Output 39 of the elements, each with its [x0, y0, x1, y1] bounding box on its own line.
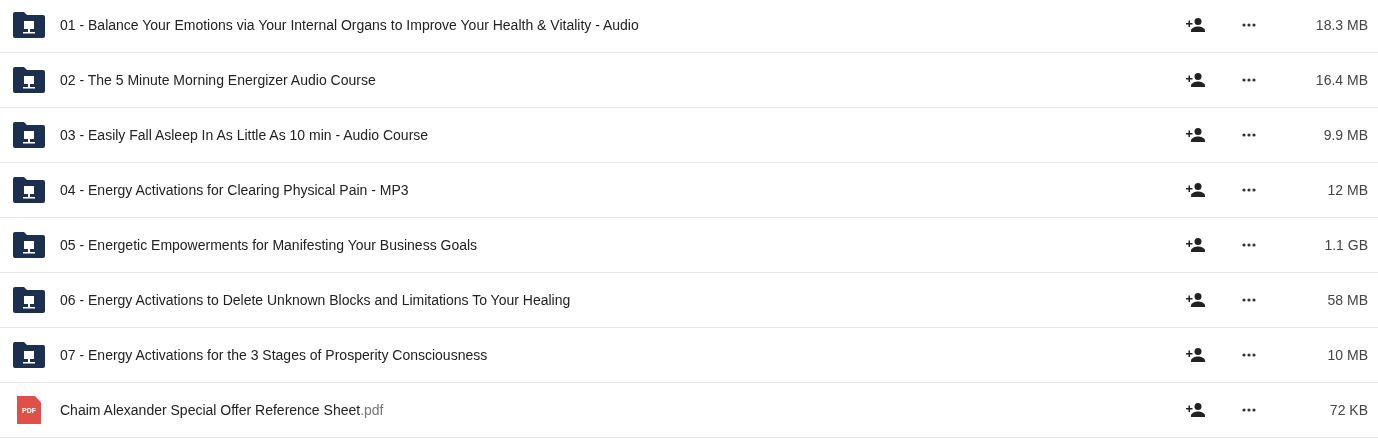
add-person-icon[interactable] — [1186, 238, 1206, 252]
file-name[interactable]: 01 - Balance Your Emotions via Your Internal Organs to Improve Your Health & Vitality - Audio — [60, 16, 639, 33]
shared-folder-icon — [13, 287, 45, 313]
add-person-icon[interactable] — [1186, 293, 1206, 307]
more-options-icon[interactable] — [1241, 353, 1256, 357]
file-size: 9.9 MB — [1323, 126, 1368, 143]
more-options-icon[interactable] — [1241, 408, 1256, 412]
shared-folder-icon — [13, 177, 45, 203]
file-size: 16.4 MB — [1315, 71, 1368, 88]
file-size: 12 MB — [1327, 181, 1368, 198]
file-size: 18.3 MB — [1315, 16, 1368, 33]
add-person-icon[interactable] — [1186, 18, 1206, 32]
more-options-icon[interactable] — [1241, 243, 1256, 247]
add-person-icon[interactable] — [1186, 348, 1206, 362]
add-person-icon[interactable] — [1186, 73, 1206, 87]
file-name[interactable]: 05 - Energetic Empowerments for Manifesting Your Business Goals — [60, 236, 478, 253]
shared-folder-icon — [13, 67, 45, 93]
shared-folder-icon — [13, 12, 45, 38]
file-name[interactable]: 06 - Energy Activations to Delete Unknown Blocks and Limitations To Your Healing — [60, 291, 571, 308]
more-options-icon[interactable] — [1241, 298, 1256, 302]
shared-folder-icon — [13, 342, 45, 368]
file-name[interactable]: 07 - Energy Activations for the 3 Stages of Prosperity Consciousness — [60, 346, 488, 363]
add-person-icon[interactable] — [1186, 183, 1206, 197]
shared-folder-icon — [13, 122, 45, 148]
file-name[interactable]: Chaim Alexander Special Offer Reference Sheet.pdf — [60, 401, 384, 418]
add-person-icon[interactable] — [1186, 128, 1206, 142]
file-name[interactable]: 03 - Easily Fall Asleep In As Little As 10 min - Audio Course — [60, 126, 429, 143]
more-options-icon[interactable] — [1241, 78, 1256, 82]
file-name[interactable]: 04 - Energy Activations for Clearing Physical Pain - MP3 — [60, 181, 409, 198]
file-size: 72 KB — [1329, 401, 1368, 418]
add-person-icon[interactable] — [1186, 403, 1206, 417]
file-size: 1.1 GB — [1324, 236, 1368, 253]
file-name[interactable]: 02 - The 5 Minute Morning Energizer Audio Course — [60, 71, 376, 88]
more-options-icon[interactable] — [1241, 188, 1256, 192]
file-size: 58 MB — [1327, 291, 1368, 308]
more-options-icon[interactable] — [1241, 133, 1256, 137]
file-size: 10 MB — [1327, 346, 1368, 363]
shared-folder-icon — [13, 232, 45, 258]
more-options-icon[interactable] — [1241, 23, 1256, 27]
